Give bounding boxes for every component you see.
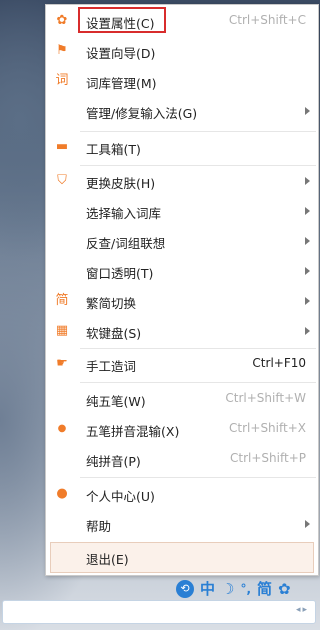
scroll-arrows-icon[interactable]: ◂▸ bbox=[296, 605, 309, 615]
submenu-arrow-icon bbox=[305, 207, 310, 215]
menu-item-manual-word[interactable]: ☛ 手工造词 Ctrl+F10 bbox=[46, 351, 318, 377]
submenu-arrow-icon bbox=[305, 107, 310, 115]
traditional-simplified-icon: 简 bbox=[55, 293, 69, 308]
shirt-icon: ⛉ bbox=[57, 173, 67, 188]
submenu-arrow-icon bbox=[305, 520, 310, 528]
shortcut-text: Ctrl+Shift+W bbox=[225, 391, 306, 405]
menu-item-pure-wubi[interactable]: 纯五笔(W) Ctrl+Shift+W bbox=[46, 386, 318, 412]
hand-icon: ☛ bbox=[56, 356, 68, 371]
punctuation-icon[interactable]: °, bbox=[240, 578, 251, 600]
menu-item-convert[interactable]: 简 繁简切换 bbox=[46, 288, 318, 314]
menu-item-label: 繁简切换 bbox=[86, 296, 137, 311]
menu-item-exit[interactable]: 退出(E) bbox=[46, 544, 318, 570]
toolbox-icon: ▬ bbox=[55, 139, 69, 154]
menu-item-help[interactable]: 帮助 bbox=[46, 511, 318, 537]
context-menu: ✿ 设置属性(C) Ctrl+Shift+C ⚑ 设置向导(D) 词 词库管理(… bbox=[45, 4, 319, 576]
dictionary-icon: 词 bbox=[55, 73, 69, 88]
menu-item-label: 退出(E) bbox=[86, 552, 129, 567]
menu-item-label: 选择输入词库 bbox=[86, 206, 162, 221]
settings-icon[interactable]: ✿ bbox=[278, 578, 291, 600]
menu-item-label: 反查/词组联想 bbox=[86, 236, 166, 251]
radio-dot-icon: ● bbox=[57, 423, 67, 434]
menu-item-transparency[interactable]: 窗口透明(T) bbox=[46, 258, 318, 284]
menu-item-label: 窗口透明(T) bbox=[86, 266, 154, 281]
menu-item-label: 词库管理(M) bbox=[86, 76, 157, 91]
menu-item-label: 个人中心(U) bbox=[86, 489, 155, 504]
menu-item-label: 帮助 bbox=[86, 519, 112, 534]
menu-item-repair[interactable]: 管理/修复输入法(G) bbox=[46, 98, 318, 124]
shortcut-text: Ctrl+Shift+C bbox=[228, 13, 306, 27]
submenu-arrow-icon bbox=[305, 267, 310, 275]
menu-item-skin[interactable]: ⛉ 更换皮肤(H) bbox=[46, 168, 318, 194]
menu-item-soft-keyboard[interactable]: ▦ 软键盘(S) bbox=[46, 318, 318, 344]
shortcut-text: Ctrl+Shift+X bbox=[229, 421, 306, 435]
chinese-mode-icon[interactable]: 中 bbox=[200, 578, 215, 600]
menu-item-mixed-input[interactable]: ● 五笔拼音混输(X) Ctrl+Shift+X bbox=[46, 416, 318, 442]
input-box[interactable]: ◂▸ bbox=[2, 600, 316, 624]
menu-separator bbox=[80, 131, 316, 132]
menu-item-label: 更换皮肤(H) bbox=[86, 176, 156, 191]
menu-separator bbox=[80, 382, 316, 383]
ime-logo-icon[interactable]: ⟲ bbox=[176, 580, 194, 598]
menu-item-label: 纯拼音(P) bbox=[86, 454, 141, 469]
menu-item-label: 手工造词 bbox=[86, 359, 137, 374]
user-icon: ● bbox=[56, 486, 68, 501]
shortcut-text: Ctrl+Shift+P bbox=[230, 451, 306, 465]
submenu-arrow-icon bbox=[305, 297, 310, 305]
keyboard-icon: ▦ bbox=[55, 323, 69, 338]
menu-item-wizard[interactable]: ⚑ 设置向导(D) bbox=[46, 38, 318, 64]
submenu-arrow-icon bbox=[305, 177, 310, 185]
menu-item-profile[interactable]: ● 个人中心(U) bbox=[46, 481, 318, 507]
menu-item-label: 五笔拼音混输(X) bbox=[86, 424, 180, 439]
flag-icon: ⚑ bbox=[56, 43, 68, 58]
menu-item-label: 纯五笔(W) bbox=[86, 394, 146, 409]
simplified-icon[interactable]: 简 bbox=[257, 578, 272, 600]
menu-item-label: 管理/修复输入法(G) bbox=[86, 106, 198, 121]
submenu-arrow-icon bbox=[305, 237, 310, 245]
menu-item-pure-pinyin[interactable]: 纯拼音(P) Ctrl+Shift+P bbox=[46, 446, 318, 472]
menu-item-lookup[interactable]: 反查/词组联想 bbox=[46, 228, 318, 254]
menu-item-lexicon[interactable]: 选择输入词库 bbox=[46, 198, 318, 224]
menu-item-dictionary[interactable]: 词 词库管理(M) bbox=[46, 68, 318, 94]
menu-separator bbox=[80, 348, 316, 349]
menu-separator bbox=[80, 477, 316, 478]
ime-toolbar: ⟲ 中 ☽ °, 简 ✿ bbox=[170, 578, 320, 600]
shortcut-text: Ctrl+F10 bbox=[252, 356, 306, 370]
menu-item-label: 软键盘(S) bbox=[86, 326, 142, 341]
menu-separator bbox=[80, 165, 316, 166]
submenu-arrow-icon bbox=[305, 327, 310, 335]
gear-icon: ✿ bbox=[56, 13, 68, 28]
menu-item-toolbox[interactable]: ▬ 工具箱(T) bbox=[46, 134, 318, 160]
menu-item-label: 工具箱(T) bbox=[86, 142, 141, 157]
moon-icon[interactable]: ☽ bbox=[221, 578, 234, 600]
menu-item-label: 设置向导(D) bbox=[86, 46, 156, 61]
highlight-box bbox=[78, 7, 166, 33]
